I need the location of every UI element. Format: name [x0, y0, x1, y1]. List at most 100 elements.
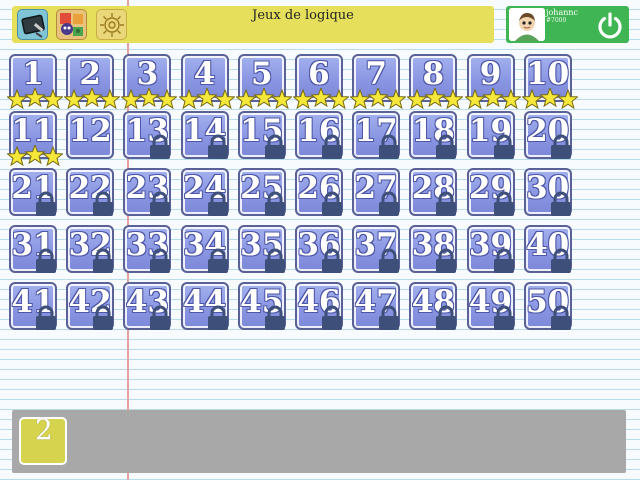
level-tile[interactable]: 2 — [64, 54, 121, 110]
lock-icon — [379, 191, 400, 216]
avatar[interactable] — [509, 8, 545, 41]
level-tile[interactable]: 27 — [352, 168, 401, 216]
level-tile[interactable]: 35 — [237, 225, 286, 273]
level-tile[interactable]: 29 — [466, 168, 515, 216]
level-tile[interactable]: 17 — [352, 111, 401, 159]
level-tile[interactable]: 9 — [464, 54, 521, 110]
level-tile[interactable]: 26 — [294, 168, 343, 216]
level-tile[interactable]: 44 — [180, 282, 229, 330]
lock-icon — [36, 248, 56, 273]
level-tile[interactable]: 15 — [237, 111, 286, 159]
level-tile[interactable]: 1 — [7, 54, 63, 110]
lock-icon — [493, 248, 514, 273]
level-number: 11 — [11, 113, 55, 149]
level-tile[interactable]: 13 — [123, 111, 172, 159]
user-id: #7000 — [546, 17, 567, 24]
lock-icon — [379, 248, 400, 273]
star-icon — [350, 88, 371, 110]
level-tile[interactable]: 41 — [9, 282, 57, 330]
level-tile[interactable]: 47 — [352, 282, 401, 330]
level-tile[interactable]: 46 — [294, 282, 343, 330]
star-icon — [424, 88, 447, 108]
lock-icon — [93, 191, 114, 216]
level-tile[interactable]: 48 — [409, 282, 458, 330]
level-tile[interactable]: 10 — [521, 54, 578, 110]
level-tile[interactable]: 19 — [466, 111, 515, 159]
lock-icon — [436, 134, 457, 159]
settings-button[interactable] — [96, 9, 127, 40]
lock-icon — [150, 305, 171, 330]
level-tile[interactable]: 25 — [237, 168, 286, 216]
star-icon — [556, 88, 578, 110]
level-tile[interactable]: 16 — [294, 111, 343, 159]
level-tile[interactable]: 50 — [523, 282, 572, 330]
lock-icon — [150, 191, 171, 216]
level-tile[interactable]: 37 — [352, 225, 401, 273]
lock-icon — [93, 248, 114, 273]
lock-icon — [207, 248, 228, 273]
star-rating — [235, 88, 292, 110]
logout-button[interactable] — [593, 8, 626, 41]
level-tile[interactable]: 45 — [237, 282, 286, 330]
level-tile[interactable]: 34 — [180, 225, 229, 273]
star-icon — [64, 88, 86, 110]
level-tile[interactable]: 24 — [180, 168, 229, 216]
star-icon — [7, 88, 28, 110]
star-rating — [292, 88, 349, 110]
level-number: 7 — [365, 56, 387, 92]
lock-icon — [93, 305, 114, 330]
level-tile[interactable]: 12 — [66, 111, 115, 159]
level-tile[interactable]: 21 — [9, 168, 57, 216]
level-tile[interactable]: 8 — [407, 54, 464, 110]
star-icon — [99, 88, 121, 110]
lock-icon — [321, 191, 342, 216]
star-icon — [156, 88, 178, 110]
star-rating — [7, 145, 63, 167]
lock-icon — [550, 134, 571, 159]
star-icon — [81, 88, 104, 108]
level-tile[interactable]: 49 — [466, 282, 515, 330]
level-tile[interactable]: 5 — [235, 54, 292, 110]
level-tile[interactable]: 31 — [9, 225, 57, 273]
star-icon — [310, 88, 332, 108]
level-number: 3 — [136, 56, 159, 92]
level-tile[interactable]: 30 — [523, 168, 572, 216]
level-tile[interactable]: 28 — [409, 168, 458, 216]
star-icon — [442, 88, 464, 110]
lock-icon — [207, 134, 228, 159]
level-tile[interactable]: 18 — [409, 111, 458, 159]
level-tile[interactable]: 22 — [66, 168, 115, 216]
lock-icon — [264, 191, 285, 216]
level-tile[interactable]: 42 — [66, 282, 115, 330]
lock-icon — [36, 305, 56, 330]
level-tile[interactable]: 3 — [121, 54, 178, 110]
star-icon — [213, 88, 235, 110]
level-tile[interactable]: 7 — [350, 54, 407, 110]
level-tile[interactable]: 20 — [523, 111, 572, 159]
level-tile[interactable]: 4 — [178, 54, 235, 110]
chalkboard-button[interactable] — [17, 9, 48, 40]
level-number: 9 — [479, 56, 502, 92]
power-icon — [597, 11, 622, 38]
level-tile[interactable]: 11 — [7, 111, 63, 167]
level-tile[interactable]: 39 — [466, 225, 515, 273]
level-tile[interactable]: 32 — [66, 225, 115, 273]
lock-icon — [379, 134, 400, 159]
lock-icon — [550, 191, 571, 216]
tray-card-value: 2 — [35, 413, 53, 446]
level-tile[interactable]: 6 — [292, 54, 349, 110]
star-icon — [42, 145, 63, 167]
star-icon — [481, 88, 504, 108]
level-grid: 1 2 3 4 5 6 7 8 9 10 11 12 13 14 15 16 17 18 19 20 21 22 23 24 2… — [7, 54, 578, 330]
level-tile[interactable]: 40 — [523, 225, 572, 273]
level-number: 1 — [22, 56, 44, 92]
level-tile[interactable]: 33 — [123, 225, 172, 273]
level-tile[interactable]: 23 — [123, 168, 172, 216]
level-tile[interactable]: 36 — [294, 225, 343, 273]
tray-card[interactable]: 2 — [19, 413, 67, 465]
level-tile[interactable]: 38 — [409, 225, 458, 273]
level-tile[interactable]: 43 — [123, 282, 172, 330]
level-tile[interactable]: 14 — [180, 111, 229, 159]
star-rating — [464, 88, 521, 110]
games-button[interactable] — [56, 9, 87, 40]
